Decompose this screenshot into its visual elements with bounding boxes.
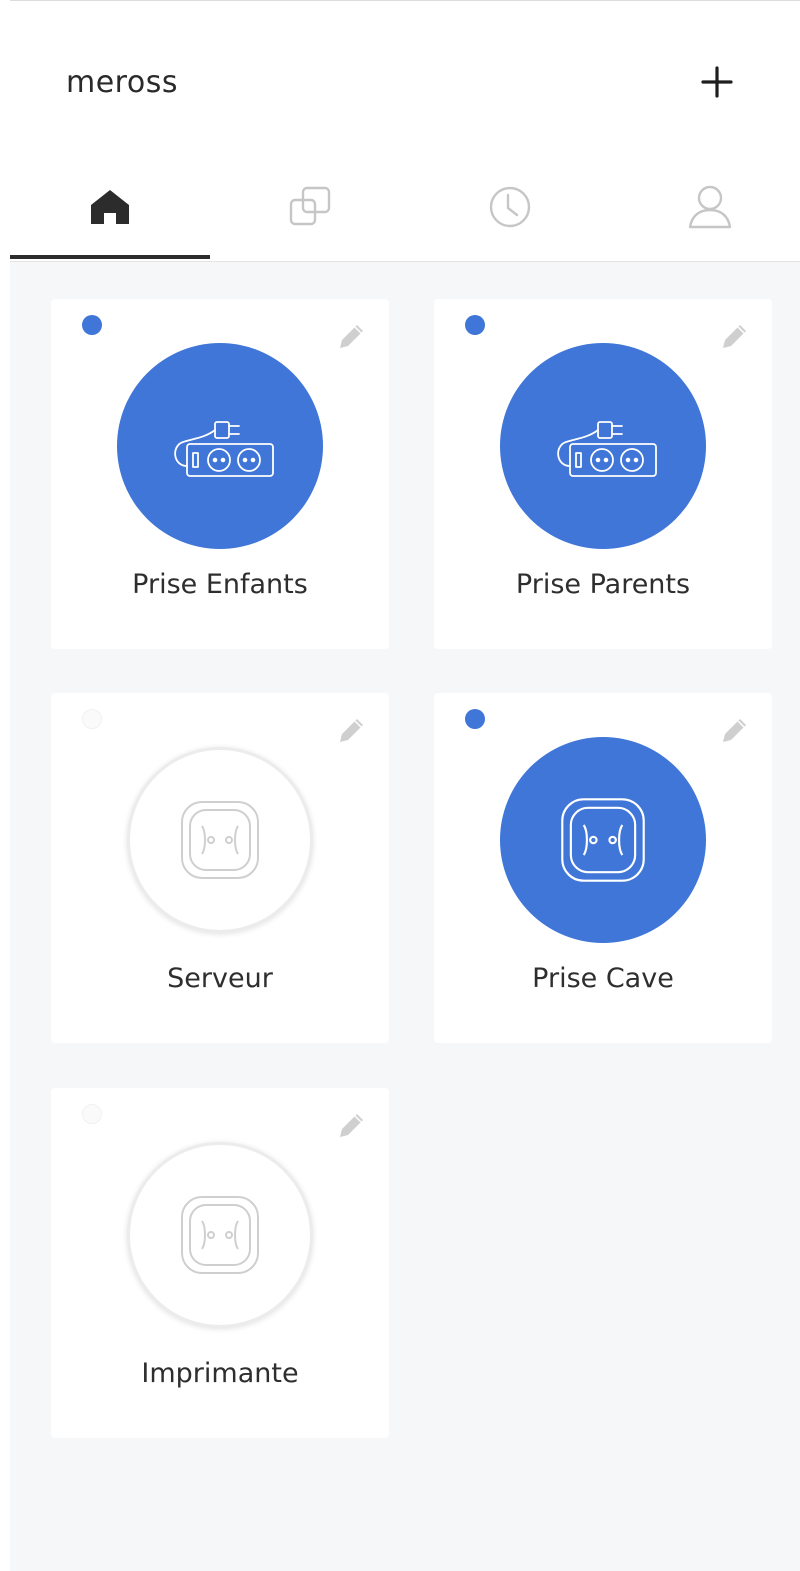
edit-pencil-icon[interactable] <box>329 711 369 751</box>
device-toggle[interactable] <box>500 343 706 549</box>
tab-timers[interactable] <box>410 161 610 261</box>
edit-pencil-icon[interactable] <box>712 317 752 357</box>
add-device-button[interactable] <box>692 57 742 107</box>
device-toggle[interactable] <box>127 747 313 933</box>
tab-profile[interactable] <box>610 161 800 261</box>
status-indicator <box>82 315 102 335</box>
home-icon <box>91 190 129 224</box>
device-card[interactable]: Prise Parents <box>434 299 772 649</box>
device-card[interactable]: Prise Cave <box>434 693 772 1043</box>
status-indicator <box>465 315 485 335</box>
device-card[interactable]: Serveur <box>51 693 389 1043</box>
user-icon <box>688 185 732 229</box>
device-toggle[interactable] <box>117 343 323 549</box>
device-card[interactable]: Prise Enfants <box>51 299 389 649</box>
device-name: Serveur <box>167 963 273 994</box>
device-name: Imprimante <box>141 1358 299 1389</box>
power-strip-icon <box>174 421 274 477</box>
smart-plug-icon <box>181 1196 259 1274</box>
edit-pencil-icon[interactable] <box>329 1106 369 1146</box>
status-indicator <box>82 1104 102 1124</box>
device-toggle[interactable] <box>127 1142 313 1328</box>
status-indicator <box>82 709 102 729</box>
smart-plug-icon <box>561 798 645 882</box>
tab-scenes[interactable] <box>210 161 410 261</box>
clock-icon <box>489 186 531 228</box>
device-name: Prise Cave <box>532 963 674 994</box>
plus-icon <box>701 66 733 98</box>
device-name: Prise Parents <box>515 569 691 600</box>
tab-bar <box>10 161 800 261</box>
brand-logo: meross <box>66 65 178 100</box>
top-bar: meross <box>10 1 800 262</box>
tab-home[interactable] <box>10 161 210 261</box>
smart-plug-icon <box>181 801 259 879</box>
app-screen: meross Prise Enfants Prise Parents Serve… <box>10 0 800 1571</box>
device-name: Prise Enfants <box>132 569 308 600</box>
status-indicator <box>465 709 485 729</box>
scenes-icon <box>289 186 331 226</box>
edit-pencil-icon[interactable] <box>712 711 752 751</box>
power-strip-icon <box>557 421 657 477</box>
device-card[interactable]: Imprimante <box>51 1088 389 1438</box>
device-toggle[interactable] <box>500 737 706 943</box>
edit-pencil-icon[interactable] <box>329 317 369 357</box>
